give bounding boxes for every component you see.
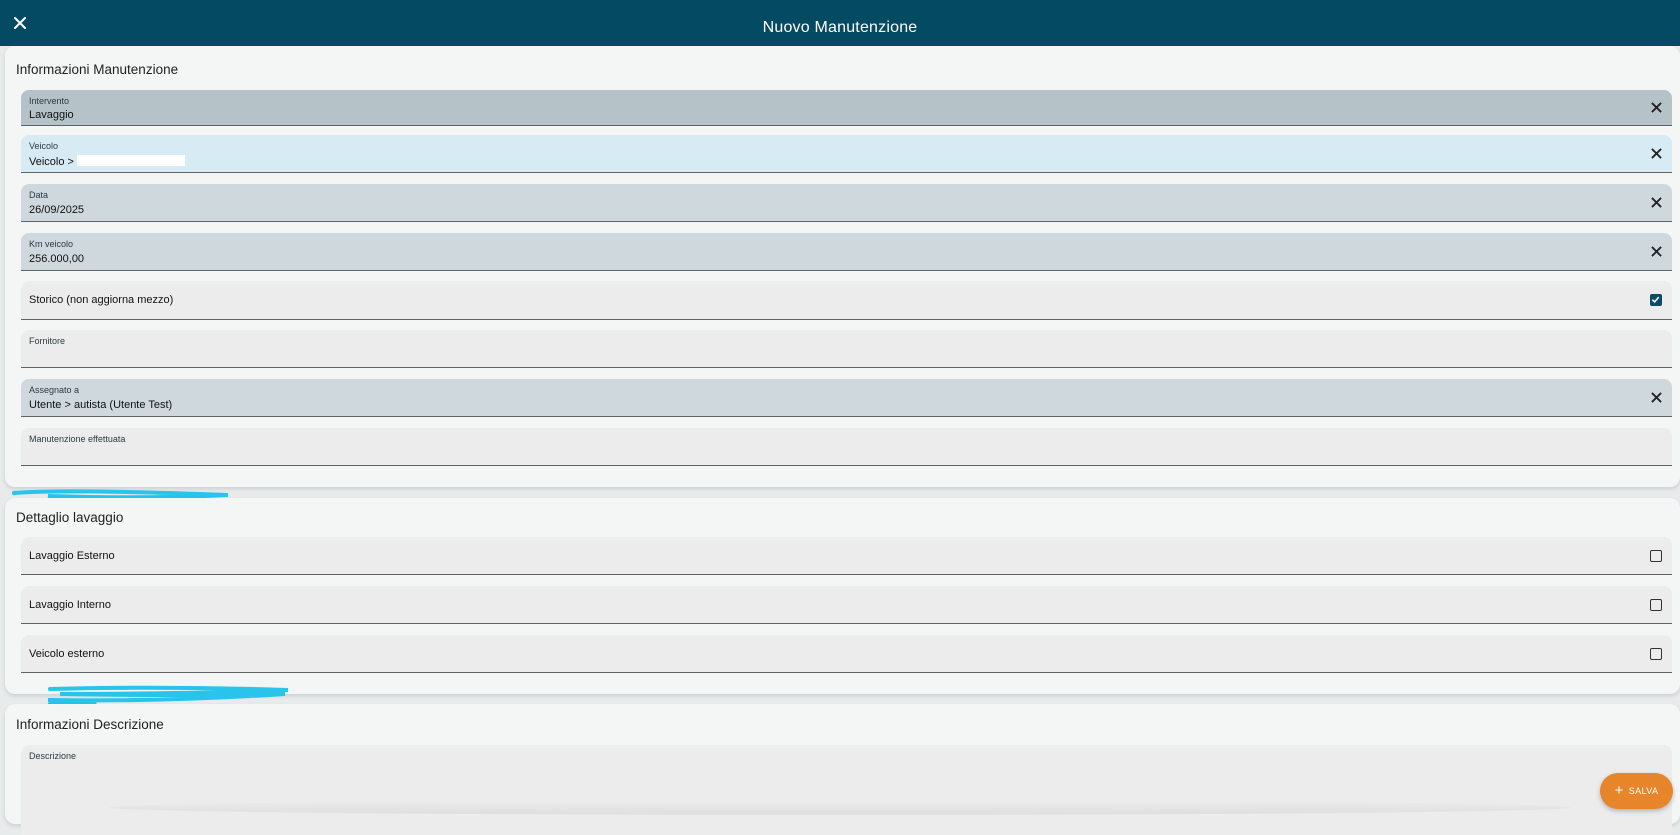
veicolo-esterno-label: Veicolo esterno — [29, 647, 105, 660]
manutenzione-effettuata-field[interactable]: Manutenzione effettuata — [21, 428, 1672, 466]
storico-label: Storico (non aggiorna mezzo) — [29, 294, 174, 306]
save-button[interactable]: + SALVA — [1600, 773, 1673, 809]
page-title: Nuovo Manutenzione — [762, 19, 918, 36]
fornitore-field[interactable]: Fornitore — [21, 330, 1672, 368]
field-label: Fornitore — [29, 336, 66, 346]
field-label: Km veicolo — [29, 239, 74, 249]
close-icon[interactable] — [1649, 101, 1663, 115]
field-value: Veicolo > — [29, 155, 185, 168]
lavaggio-esterno-row[interactable]: Lavaggio Esterno — [21, 537, 1672, 575]
redacted-block — [76, 155, 185, 166]
plus-icon: + — [1614, 781, 1624, 799]
close-icon[interactable] — [1649, 245, 1663, 259]
card-informazioni-manutenzione: Informazioni Manutenzione Intervento Lav… — [5, 46, 1680, 487]
lavaggio-interno-label: Lavaggio Interno — [29, 598, 111, 611]
intervento-field[interactable]: Intervento Lavaggio — [21, 90, 1672, 126]
field-label: Manutenzione effettuata — [29, 434, 126, 444]
bottom-shadow — [110, 800, 1570, 815]
field-label: Descrizione — [29, 751, 77, 761]
storico-checkbox[interactable] — [1650, 294, 1662, 306]
storico-row[interactable]: Storico (non aggiorna mezzo) — [21, 281, 1672, 320]
field-label: Data — [29, 190, 49, 200]
close-icon[interactable] — [1649, 147, 1663, 161]
section-title: Dettaglio lavaggio — [16, 510, 124, 525]
data-field[interactable]: Data 26/09/2025 — [21, 184, 1672, 222]
close-icon[interactable] — [1649, 196, 1663, 210]
top-app-bar: Nuovo Manutenzione — [0, 0, 1680, 46]
field-label: Veicolo — [29, 141, 59, 151]
section-title: Informazioni Manutenzione — [16, 62, 179, 77]
km-veicolo-field[interactable]: Km veicolo 256.000,00 — [21, 233, 1672, 271]
field-value: Lavaggio — [29, 109, 74, 121]
veicolo-esterno-checkbox[interactable] — [1650, 647, 1662, 660]
field-label: Assegnato a — [29, 385, 80, 395]
field-label: Intervento — [29, 96, 70, 106]
veicolo-value-text: Veicolo > — [29, 156, 74, 168]
field-value: Utente > autista (Utente Test) — [29, 399, 173, 411]
close-icon[interactable] — [1649, 391, 1663, 405]
card-dettaglio-lavaggio: Dettaglio lavaggio Lavaggio Esterno Lava… — [5, 498, 1680, 694]
section-title: Informazioni Descrizione — [16, 717, 164, 732]
assegnato-field[interactable]: Assegnato a Utente > autista (Utente Tes… — [21, 379, 1672, 417]
save-label: SALVA — [1628, 786, 1659, 796]
veicolo-field[interactable]: Veicolo Veicolo > — [21, 135, 1672, 173]
lavaggio-esterno-checkbox[interactable] — [1650, 549, 1662, 562]
lavaggio-interno-row[interactable]: Lavaggio Interno — [21, 586, 1672, 624]
field-value: 26/09/2025 — [29, 204, 85, 216]
descrizione-field[interactable]: Descrizione — [21, 745, 1672, 835]
veicolo-esterno-row[interactable]: Veicolo esterno — [21, 635, 1672, 673]
field-value: 256.000,00 — [29, 253, 85, 265]
lavaggio-esterno-label: Lavaggio Esterno — [29, 549, 115, 562]
lavaggio-interno-checkbox[interactable] — [1650, 598, 1662, 611]
